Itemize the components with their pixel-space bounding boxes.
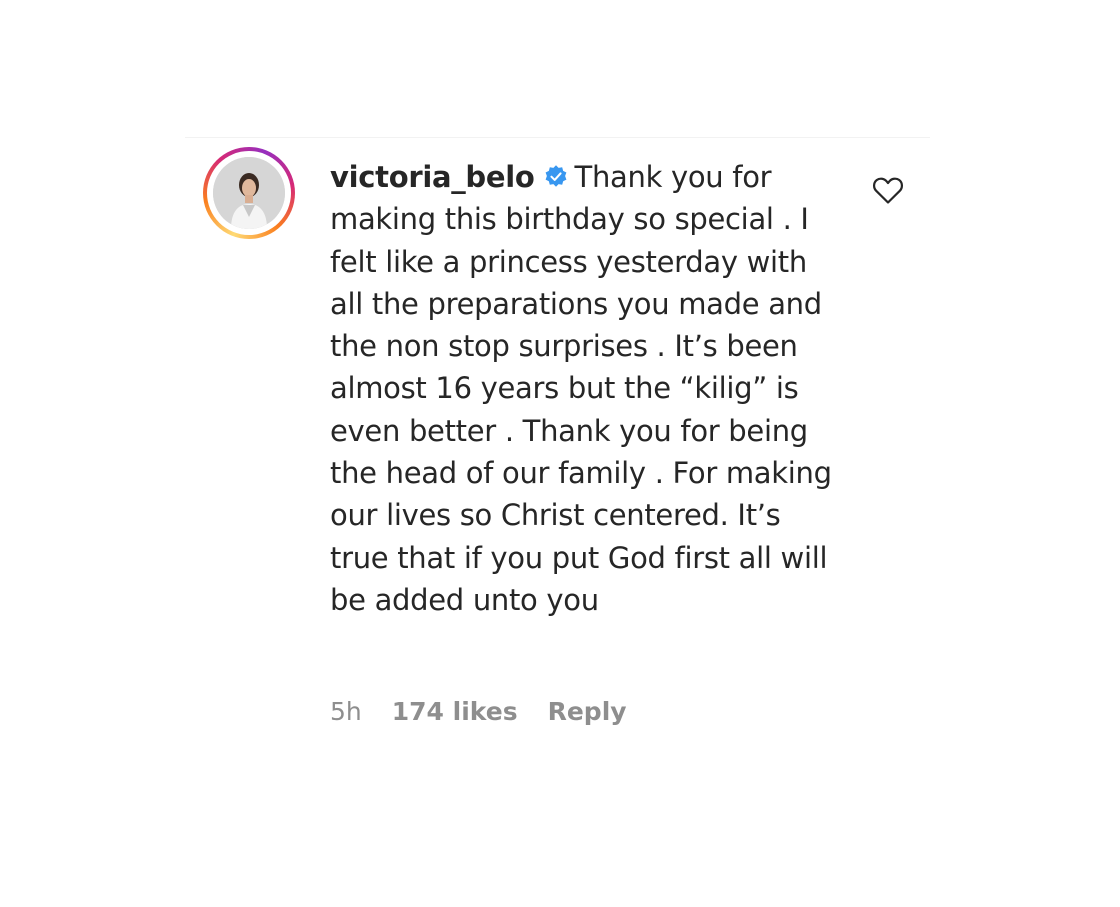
verified-badge-icon <box>545 165 566 187</box>
reply-button[interactable]: Reply <box>548 697 627 726</box>
comment-meta: 5h 174 likes Reply <box>330 697 627 726</box>
like-button[interactable] <box>872 175 904 205</box>
comment-timestamp[interactable]: 5h <box>330 697 362 726</box>
username-link[interactable]: victoria_belo <box>330 160 535 194</box>
heart-outline-icon <box>873 177 903 204</box>
comment-body: victoria_belo Thank you for making this b… <box>330 156 840 621</box>
comment-text: Thank you for making this birthday so sp… <box>330 160 841 617</box>
avatar-photo <box>213 157 285 229</box>
likes-count[interactable]: 174 likes <box>392 697 518 726</box>
avatar[interactable] <box>203 147 295 239</box>
divider <box>185 137 930 138</box>
profile-picture <box>213 157 285 229</box>
